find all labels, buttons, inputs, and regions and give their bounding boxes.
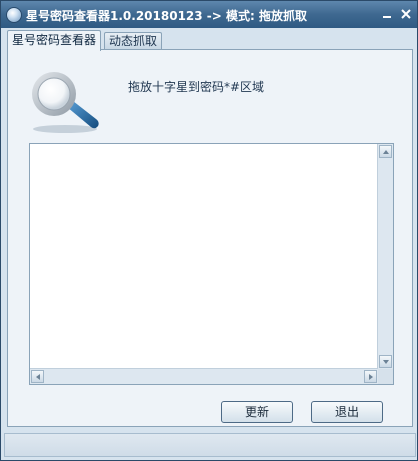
magnifier-icon[interactable] [27, 69, 103, 135]
tab-strip: 星号密码查看器 动态抓取 [7, 30, 413, 51]
window-title: 星号密码查看器1.0.20180123 -> 模式: 拖放抓取 [26, 9, 307, 23]
scroll-down-icon[interactable] [379, 355, 392, 368]
scroll-right-icon[interactable] [364, 370, 377, 383]
scroll-up-icon[interactable] [379, 145, 392, 158]
title-bar[interactable]: 星号密码查看器1.0.20180123 -> 模式: 拖放抓取 [1, 1, 417, 28]
horizontal-scrollbar[interactable] [30, 368, 378, 384]
password-output-area[interactable] [29, 143, 394, 385]
tab-dynamic-capture[interactable]: 动态抓取 [104, 32, 163, 50]
minimize-icon[interactable] [380, 8, 393, 20]
app-icon[interactable] [6, 7, 22, 23]
tab-panel: 拖放十字星到密码*#区域 更新 退出 [7, 49, 413, 427]
instruction-text: 拖放十字星到密码*#区域 [128, 80, 265, 94]
scroll-left-icon[interactable] [31, 370, 44, 383]
close-icon[interactable] [399, 8, 412, 20]
tab-password-viewer[interactable]: 星号密码查看器 [7, 30, 102, 51]
status-bar [4, 433, 416, 457]
exit-button[interactable]: 退出 [311, 401, 383, 423]
refresh-button[interactable]: 更新 [221, 401, 293, 423]
vertical-scrollbar[interactable] [377, 144, 393, 369]
app-window: 星号密码查看器1.0.20180123 -> 模式: 拖放抓取 星号密码查看器 … [0, 0, 418, 461]
scrollbar-corner [378, 369, 393, 384]
